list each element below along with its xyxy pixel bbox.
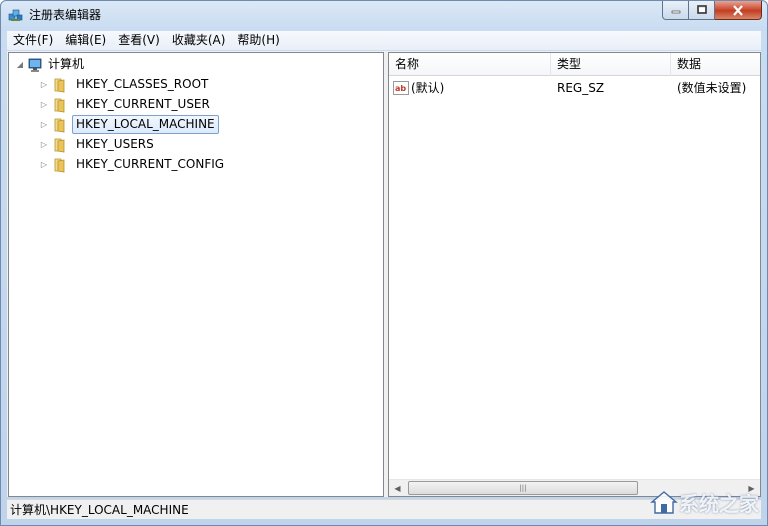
tree-node-label[interactable]: HKEY_CURRENT_USER xyxy=(72,95,214,114)
tree-root-row[interactable]: ◢ 计算机 xyxy=(15,55,88,74)
menu-file[interactable]: 文件(F) xyxy=(7,31,59,50)
window-title: 注册表编辑器 xyxy=(29,8,102,22)
caption-buttons xyxy=(662,1,762,20)
folder-icon xyxy=(54,158,65,172)
registry-editor-window: 注册表编辑器 文件(F) 编辑(E) 查看(V) 收藏夹(A) 帮助(H) ◢ xyxy=(0,0,768,526)
watermark-logo: 系统之家 xyxy=(589,485,759,519)
value-type: REG_SZ xyxy=(557,81,605,95)
tree-node-label[interactable]: HKEY_CURRENT_CONFIG xyxy=(72,155,228,174)
minimize-icon xyxy=(671,10,680,14)
folder-icon xyxy=(54,138,65,152)
column-header-type[interactable]: 类型 xyxy=(551,53,671,76)
collapse-arrow-icon[interactable]: ◢ xyxy=(15,60,25,70)
watermark-text: 系统之家 xyxy=(679,491,759,516)
tree-node[interactable]: ▷ HKEY_CURRENT_USER xyxy=(39,95,214,114)
maximize-button[interactable] xyxy=(689,1,715,20)
close-button[interactable] xyxy=(715,1,762,20)
grip-icon: ||| xyxy=(519,484,527,492)
tree-root-label[interactable]: 计算机 xyxy=(47,55,88,74)
tree-node[interactable]: ▷ HKEY_CLASSES_ROOT xyxy=(39,75,212,94)
column-header-name[interactable]: 名称 xyxy=(389,53,551,76)
folder-icon xyxy=(54,98,65,112)
menu-bar: 文件(F) 编辑(E) 查看(V) 收藏夹(A) 帮助(H) xyxy=(7,31,761,50)
folder-icon xyxy=(54,78,65,92)
values-list-pane[interactable]: 名称 类型 数据 ab (默认) REG_SZ (数值未设置) ◀ ||| ▶ xyxy=(388,52,761,497)
list-header: 名称 类型 数据 xyxy=(389,53,760,76)
title-bar[interactable]: 注册表编辑器 xyxy=(1,1,767,30)
close-icon xyxy=(733,4,743,16)
tree-node[interactable]: ▷ HKEY_USERS xyxy=(39,135,158,154)
menu-view[interactable]: 查看(V) xyxy=(112,31,166,50)
tree-node-selected[interactable]: ▷ HKEY_LOCAL_MACHINE xyxy=(39,115,219,134)
menu-edit[interactable]: 编辑(E) xyxy=(59,31,112,50)
key-tree-pane[interactable]: ◢ 计算机 ▷ HKEY_CLASSES_ROOT ▷ HKEY_CURRENT… xyxy=(8,52,384,497)
tree-node-label[interactable]: HKEY_USERS xyxy=(72,135,158,154)
maximize-icon xyxy=(696,5,707,14)
value-data: (数值未设置) xyxy=(677,81,747,95)
string-value-icon: ab xyxy=(393,81,409,95)
expand-arrow-icon[interactable]: ▷ xyxy=(39,160,49,170)
tree-node-label[interactable]: HKEY_LOCAL_MACHINE xyxy=(72,115,219,134)
svg-text:ab: ab xyxy=(395,84,406,93)
expand-arrow-icon[interactable]: ▷ xyxy=(39,100,49,110)
regedit-icon xyxy=(8,9,23,21)
minimize-button[interactable] xyxy=(662,1,689,20)
expand-arrow-icon[interactable]: ▷ xyxy=(39,120,49,130)
scroll-left-icon[interactable]: ◀ xyxy=(389,480,406,496)
expand-arrow-icon[interactable]: ▷ xyxy=(39,80,49,90)
value-name: (默认) xyxy=(411,81,445,95)
menu-help[interactable]: 帮助(H) xyxy=(231,31,285,50)
computer-icon xyxy=(28,58,42,72)
expand-arrow-icon[interactable]: ▷ xyxy=(39,140,49,150)
tree-node[interactable]: ▷ HKEY_CURRENT_CONFIG xyxy=(39,155,228,174)
client-area: ◢ 计算机 ▷ HKEY_CLASSES_ROOT ▷ HKEY_CURRENT… xyxy=(7,51,761,497)
folder-icon xyxy=(54,118,65,132)
menu-favorites[interactable]: 收藏夹(A) xyxy=(166,31,232,50)
tree-node-label[interactable]: HKEY_CLASSES_ROOT xyxy=(72,75,212,94)
column-header-data[interactable]: 数据 xyxy=(671,53,760,76)
list-item[interactable]: ab (默认) REG_SZ (数值未设置) xyxy=(389,78,760,98)
house-logo-icon xyxy=(650,491,678,514)
status-path: 计算机\HKEY_LOCAL_MACHINE xyxy=(10,503,189,517)
